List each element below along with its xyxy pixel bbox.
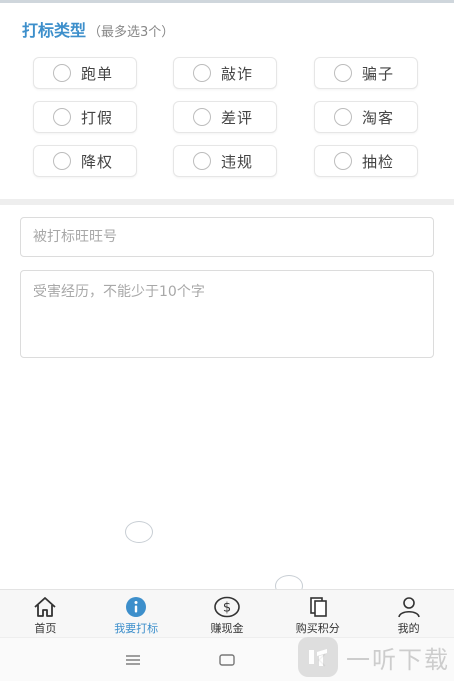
menu-icon[interactable] <box>123 650 143 670</box>
radio-icon <box>193 152 211 170</box>
section-title-main: 打标类型 <box>22 21 87 40</box>
radio-icon <box>193 64 211 82</box>
wangwang-field[interactable] <box>20 217 434 257</box>
svg-text:$: $ <box>223 601 231 616</box>
tab-label: 首页 <box>34 622 57 635</box>
touch-indicator <box>125 521 153 543</box>
option-label: 降权 <box>81 152 114 171</box>
section-title-hint: （最多选3个） <box>88 25 175 40</box>
watermark: 一听下载 <box>298 637 450 677</box>
option-jiangquan[interactable]: 降权 <box>33 145 137 177</box>
tab-earn-cash[interactable]: $ 赚现金 <box>182 590 273 637</box>
section-title: 打标类型 （最多选3个） <box>22 17 174 41</box>
option-pianzi[interactable]: 骗子 <box>314 57 418 89</box>
watermark-logo-icon <box>298 637 338 677</box>
tab-mine[interactable]: 我的 <box>363 590 454 637</box>
watermark-text: 一听下载 <box>346 645 450 674</box>
radio-icon <box>334 152 352 170</box>
info-icon <box>123 596 149 618</box>
radio-icon <box>53 152 71 170</box>
tab-label: 购买积分 <box>295 622 340 635</box>
tab-label: 我的 <box>397 622 420 635</box>
option-label: 差评 <box>221 108 254 127</box>
tab-label: 赚现金 <box>210 622 244 635</box>
option-label: 抽检 <box>362 152 395 171</box>
bottom-tab-bar: 首页 我要打标 $ 赚现金 购买积分 我的 <box>0 589 454 637</box>
experience-field[interactable] <box>20 270 434 358</box>
home-icon <box>32 596 58 618</box>
wangwang-input[interactable] <box>21 218 433 256</box>
option-label: 跑单 <box>81 64 114 83</box>
radio-icon <box>53 64 71 82</box>
radio-icon <box>53 108 71 126</box>
option-dajia[interactable]: 打假 <box>33 101 137 133</box>
option-label: 打假 <box>81 108 114 127</box>
option-chaping[interactable]: 差评 <box>173 101 277 133</box>
tab-home[interactable]: 首页 <box>0 590 91 637</box>
option-label: 骗子 <box>362 64 395 83</box>
option-choujian[interactable]: 抽检 <box>314 145 418 177</box>
option-qiaozha[interactable]: 敲诈 <box>173 57 277 89</box>
option-paodan[interactable]: 跑单 <box>33 57 137 89</box>
option-label: 违规 <box>221 152 254 171</box>
copy-icon <box>305 596 331 618</box>
tab-tag[interactable]: 我要打标 <box>91 590 182 637</box>
user-icon <box>396 596 422 618</box>
option-label: 敲诈 <box>221 64 254 83</box>
experience-textarea[interactable] <box>21 271 433 357</box>
tab-buy-points[interactable]: 购买积分 <box>272 590 363 637</box>
radio-icon <box>193 108 211 126</box>
dollar-icon: $ <box>214 596 240 618</box>
radio-icon <box>334 108 352 126</box>
option-weigui[interactable]: 违规 <box>173 145 277 177</box>
option-taoke[interactable]: 淘客 <box>314 101 418 133</box>
tag-type-section: 打标类型 （最多选3个） 跑单 敲诈 骗子 打假 差评 淘客 降权 违规 抽检 <box>0 3 454 199</box>
section-divider <box>0 199 454 205</box>
tab-label: 我要打标 <box>114 622 159 635</box>
option-label: 淘客 <box>362 108 395 127</box>
home-button-icon[interactable] <box>217 650 237 670</box>
radio-icon <box>334 64 352 82</box>
